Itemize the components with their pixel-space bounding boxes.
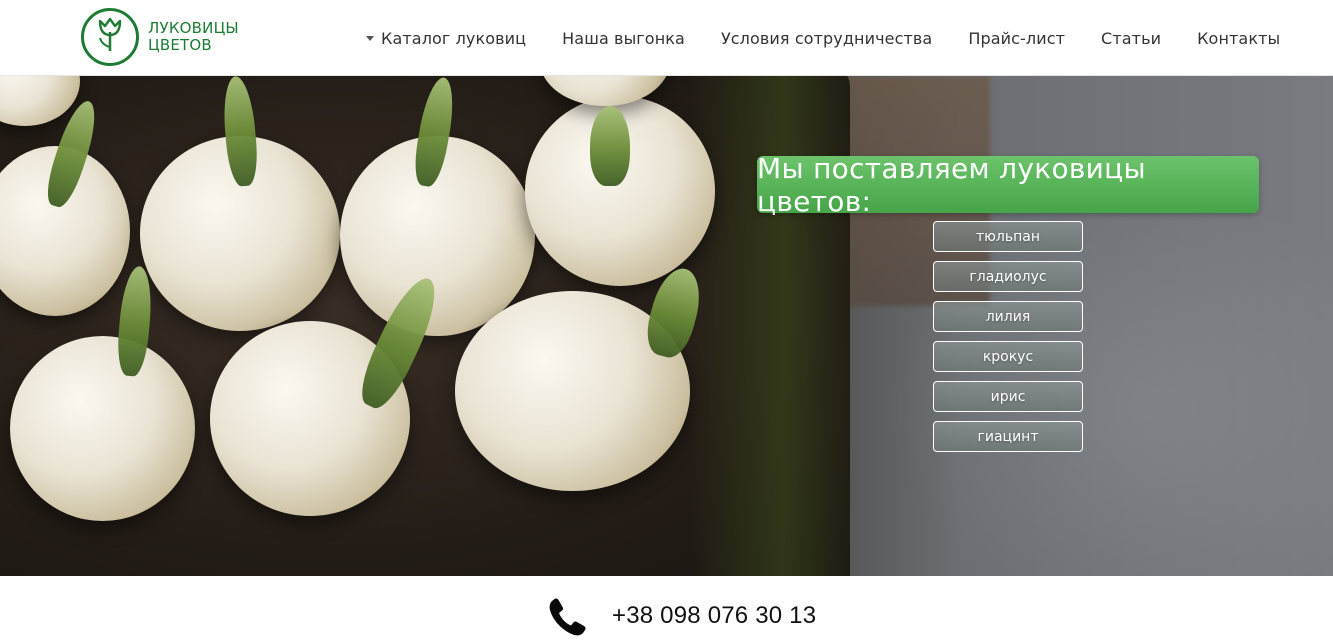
main-nav: Каталог луковиц Наша выгонка Условия сот… [366,0,1280,76]
bulb-image [10,336,195,521]
flower-list: тюльпан гладиолус лилия крокус ирис гиац… [933,221,1083,461]
nav-item-price-list[interactable]: Прайс-лист [968,29,1065,48]
nav-item-terms[interactable]: Условия сотрудничества [721,29,932,48]
nav-item-label: Статьи [1101,28,1162,48]
flower-button-gladiolus[interactable]: гладиолус [933,261,1083,292]
hero-heading: Мы поставляем луковицы цветов: [757,152,1259,218]
flower-button-iris[interactable]: ирис [933,381,1083,412]
caret-down-icon [366,36,374,41]
nav-item-label: Контакты [1197,28,1281,48]
sprout-image [590,106,630,186]
flower-button-crocus[interactable]: крокус [933,341,1083,372]
tulip-icon [81,8,139,66]
nav-item-catalog[interactable]: Каталог луковиц [366,29,526,48]
nav-item-forcing[interactable]: Наша выгонка [562,29,685,48]
site-header: ЛУКОВИЦЫ ЦВЕТОВ Каталог луковиц Наша выг… [0,0,1333,76]
flower-button-lily[interactable]: лилия [933,301,1083,332]
flower-button-hyacinth[interactable]: гиацинт [933,421,1083,452]
nav-item-label: Условия сотрудничества [720,28,933,48]
nav-item-contacts[interactable]: Контакты [1197,29,1280,48]
phone-icon [549,598,586,636]
nav-item-label: Наша выгонка [562,28,685,48]
flower-button-tulip[interactable]: тюльпан [933,221,1083,252]
hero-banner: Мы поставляем луковицы цветов: тюльпан г… [0,76,1333,576]
nav-item-label: Прайс-лист [968,28,1066,48]
logo-line-1: ЛУКОВИЦЫ [148,19,239,37]
nav-item-articles[interactable]: Статьи [1101,29,1161,48]
nav-item-label: Каталог луковиц [381,28,527,48]
phone-number[interactable]: +38 098 076 30 13 [612,602,816,630]
logo-line-2: ЦВЕТОВ [148,36,212,54]
logo-text: ЛУКОВИЦЫ ЦВЕТОВ [148,20,239,54]
contact-bar: +38 098 076 30 13 [0,576,1333,643]
logo[interactable]: ЛУКОВИЦЫ ЦВЕТОВ [80,6,270,68]
